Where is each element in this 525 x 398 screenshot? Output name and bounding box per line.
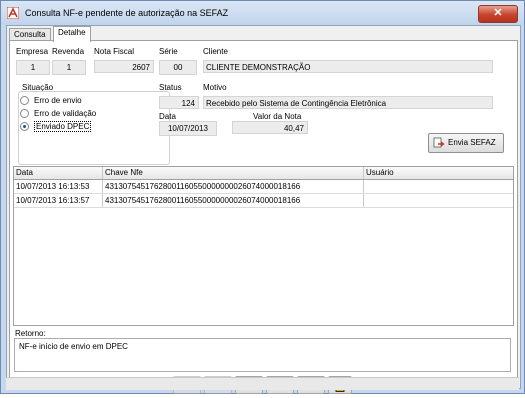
col-header-chave[interactable]: Chave Nfe: [103, 167, 364, 179]
radio-erro-envio-label[interactable]: Erro de envio: [34, 96, 82, 105]
table-row[interactable]: 10/07/2013 16:13:53 43130754517628001160…: [14, 180, 513, 194]
empresa-field[interactable]: 1: [16, 60, 50, 75]
cell-data: 10/07/2013 16:13:57: [14, 194, 103, 207]
grid-header: Data Chave Nfe Usuário: [14, 167, 513, 180]
status-field[interactable]: 124: [159, 96, 199, 109]
status-bar: [6, 377, 519, 390]
empresa-label: Empresa: [16, 47, 49, 56]
data-label: Data: [159, 112, 176, 121]
motivo-field[interactable]: Recebido pelo Sistema de Contingência El…: [203, 96, 493, 109]
tab-detalhe[interactable]: Detalhe: [53, 26, 91, 42]
close-icon: ✕: [493, 7, 503, 19]
serie-label: Série: [159, 47, 178, 56]
status-label: Status: [159, 83, 182, 92]
cell-usuario: [364, 180, 513, 193]
title-bar[interactable]: Consulta NF-e pendente de autorização na…: [1, 1, 524, 25]
send-document-icon: [433, 137, 445, 148]
col-header-usuario[interactable]: Usuário: [364, 167, 513, 179]
cell-chave: 4313075451762800116055000000002607400001…: [103, 180, 364, 193]
retorno-memo[interactable]: NF-e início de envio em DPEC: [14, 338, 511, 372]
cliente-field[interactable]: CLIENTE DEMONSTRAÇÃO: [203, 60, 493, 73]
cell-data: 10/07/2013 16:13:53: [14, 180, 103, 193]
serie-field[interactable]: 00: [159, 60, 197, 75]
valor-nota-field[interactable]: 40,47: [232, 121, 308, 134]
radio-erro-validacao[interactable]: [20, 109, 29, 118]
retorno-label: Retorno:: [15, 329, 46, 338]
cell-usuario: [364, 194, 513, 207]
data-field[interactable]: 10/07/2013: [159, 121, 217, 136]
table-row[interactable]: 10/07/2013 16:13:57 43130754517628001160…: [14, 194, 513, 208]
detalhe-panel: Empresa 1 Revenda 1 Nota Fiscal 2607 Sér…: [9, 40, 518, 387]
nota-fiscal-label: Nota Fiscal: [94, 47, 135, 56]
envia-sefaz-label: Envia SEFAZ: [448, 138, 496, 147]
window-title: Consulta NF-e pendente de autorização na…: [25, 8, 229, 18]
valor-nota-label: Valor da Nota: [253, 112, 302, 121]
history-grid[interactable]: Data Chave Nfe Usuário 10/07/2013 16:13:…: [13, 166, 514, 326]
cliente-label: Cliente: [203, 47, 228, 56]
motivo-label: Motivo: [203, 83, 227, 92]
radio-erro-envio[interactable]: [20, 96, 29, 105]
revenda-label: Revenda: [52, 47, 85, 56]
revenda-field[interactable]: 1: [52, 60, 86, 75]
envia-sefaz-button[interactable]: Envia SEFAZ: [428, 133, 504, 153]
window-client-area: Consulta Detalhe Empresa 1 Revenda 1 Not…: [6, 25, 521, 394]
radio-enviado-dpec-label[interactable]: Enviado DPEC: [34, 121, 92, 132]
radio-erro-validacao-label[interactable]: Erro de validação: [34, 109, 96, 118]
nota-fiscal-field[interactable]: 2607: [94, 60, 154, 73]
main-window: Consulta NF-e pendente de autorização na…: [0, 0, 525, 394]
col-header-data[interactable]: Data: [14, 167, 103, 179]
close-button[interactable]: ✕: [478, 5, 518, 23]
radio-enviado-dpec[interactable]: [20, 122, 29, 131]
app-logo-icon: [7, 7, 19, 19]
cell-chave: 4313075451762800116055000000002607400001…: [103, 194, 364, 207]
